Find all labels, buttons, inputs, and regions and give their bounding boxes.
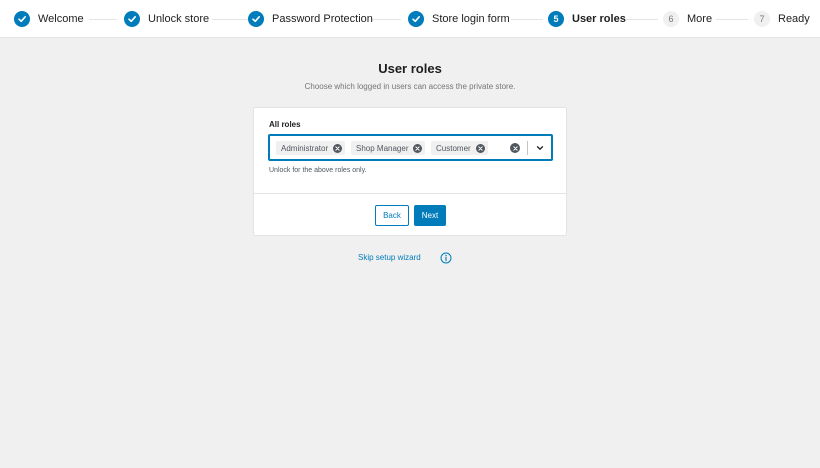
roles-field-label: All roles (269, 120, 301, 129)
check-icon (248, 11, 264, 27)
role-tag-shop-manager: Shop Manager (351, 141, 426, 155)
step-label: Welcome (38, 13, 84, 25)
step-number: 5 (548, 11, 564, 27)
next-button[interactable]: Next (414, 205, 446, 226)
step-welcome[interactable]: Welcome (14, 0, 84, 38)
step-connector (89, 19, 117, 20)
step-label: Ready (778, 13, 810, 25)
user-roles-card: All roles Administrator Shop Manager Cus… (253, 107, 567, 236)
step-number: 6 (663, 11, 679, 27)
step-more[interactable]: 6 More (663, 0, 712, 38)
close-icon[interactable] (413, 143, 423, 153)
role-tag-label: Administrator (281, 143, 329, 153)
step-connector (716, 19, 748, 20)
step-label: Store login form (432, 13, 510, 25)
page-title: User roles (378, 61, 442, 76)
setup-stepper: Welcome Unlock store Password Protection… (0, 0, 820, 38)
chevron-down-icon[interactable] (534, 142, 546, 154)
step-ready[interactable]: 7 Ready (754, 0, 810, 38)
role-tag-administrator: Administrator (276, 141, 346, 155)
check-icon (14, 11, 30, 27)
roles-multiselect[interactable]: Administrator Shop Manager Customer (268, 134, 553, 161)
step-label: Password Protection (272, 13, 373, 25)
page-subtitle: Choose which logged in users can access … (304, 82, 516, 91)
info-icon[interactable] (440, 251, 452, 264)
close-icon[interactable] (333, 143, 343, 153)
roles-help-text: Unlock for the above roles only. (269, 167, 367, 174)
step-connector (212, 19, 248, 20)
step-connector (371, 19, 401, 20)
check-icon (408, 11, 424, 27)
clear-all-icon[interactable] (510, 143, 520, 153)
check-icon (124, 11, 140, 27)
role-tag-label: Shop Manager (356, 143, 409, 153)
back-button[interactable]: Back (375, 205, 409, 226)
step-connector (511, 19, 543, 20)
role-tag-customer: Customer (431, 141, 488, 155)
select-separator (527, 141, 528, 155)
step-label: User roles (572, 13, 626, 25)
step-store-login-form[interactable]: Store login form (408, 0, 510, 38)
role-tag-label: Customer (436, 143, 471, 153)
skip-setup-wizard-link[interactable]: Skip setup wizard (358, 253, 421, 262)
close-icon[interactable] (475, 143, 485, 153)
step-label: Unlock store (148, 13, 210, 25)
step-password-protection[interactable]: Password Protection (248, 0, 373, 38)
step-number: 7 (754, 11, 770, 27)
step-user-roles[interactable]: 5 User roles (548, 0, 626, 38)
step-connector (626, 19, 658, 20)
step-unlock-store[interactable]: Unlock store (124, 0, 209, 38)
card-divider (254, 193, 566, 194)
step-label: More (687, 13, 713, 25)
